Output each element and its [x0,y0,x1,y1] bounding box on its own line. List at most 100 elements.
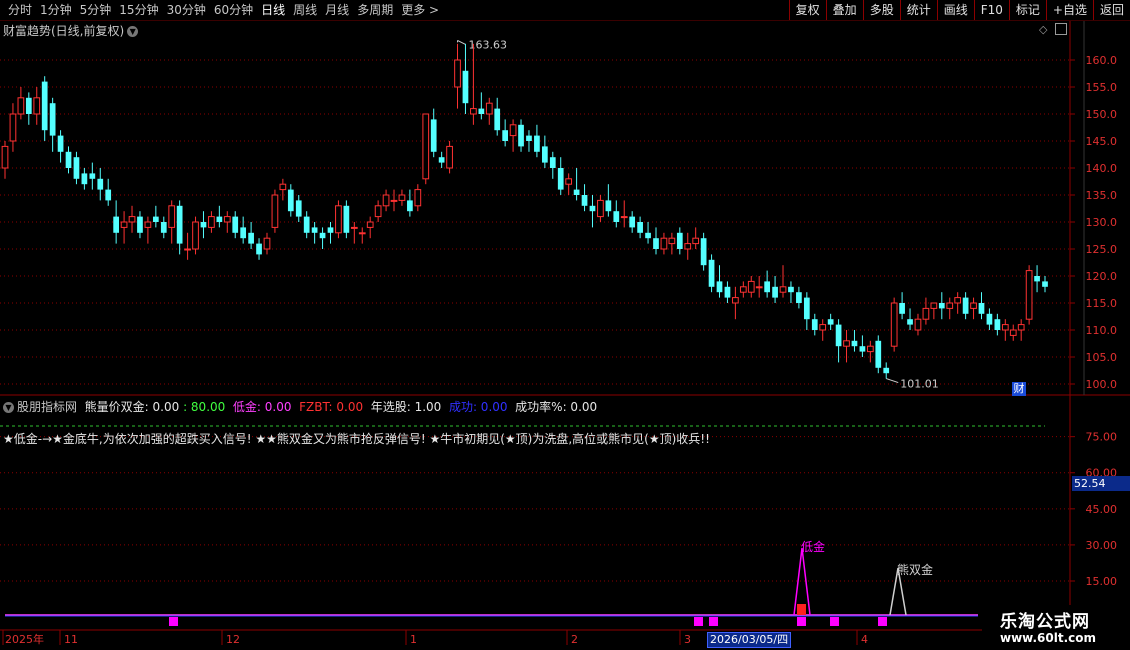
success-rate-value: 成功率%: 0.00 [515,400,598,414]
candle-body-down [113,216,120,233]
date-tick-label: 2025年 [5,632,44,646]
candle-body-down [232,216,239,233]
price-tick-label: 125.0 [1086,243,1118,256]
price-tick-label: 100.0 [1086,378,1118,391]
candle-body-down [883,367,890,374]
yearly-pick-value: 年选股: 1.00 [370,400,442,414]
candle-body-down [97,178,104,190]
candle-body-down [89,173,96,179]
date-tick-label: 2 [571,633,578,646]
diamond-icon[interactable]: ◇ [1039,23,1047,36]
fzbt-value: FZBT: 0.00 [299,400,364,414]
candle-body-down [478,108,485,114]
candle-body-down [256,243,262,255]
candle-body-down [494,108,501,131]
candle-body-down [764,281,770,293]
candle-body-down [541,146,548,163]
candle-body-up [954,297,962,304]
candle-body-down [240,227,247,239]
candle-body-up [620,216,628,219]
candle-body-up [192,221,199,250]
fundamental-badge[interactable]: 财 [1012,382,1026,396]
low-price-label: 101.01 [900,378,939,391]
candle-body-up [128,216,136,223]
chevron-down-icon[interactable]: ▼ [3,402,14,413]
candle-body-up [470,108,477,115]
candlestick-series[interactable] [1,43,1048,379]
price-tick-label: 150.0 [1086,108,1118,121]
candle-body-down [994,319,1001,330]
indicator-plot: 低金熊双金 [0,425,1045,626]
candle-body-down [613,211,620,222]
candle-body-up [366,221,374,228]
candle-body-up [120,221,128,228]
watermark-title: 乐淘公式网 [1000,612,1090,632]
candle-body-down [462,70,469,104]
candle-body-down [41,81,48,131]
candle-body-up [1001,324,1009,331]
candle-body-down [319,232,326,239]
candle-body-down [827,319,834,325]
candle-body-down [811,319,818,330]
candle-body-down [534,135,540,152]
candle-body-up [390,199,398,202]
signal-marker [797,617,806,626]
candle-body-up [335,205,342,234]
indicator-title[interactable]: ▼ 股朋指标网 熊量价双金: 0.00 : 80.00 低金: 0.00 FZBT… [3,398,597,415]
candle-body-down [518,124,524,147]
candle-body-up [660,237,668,250]
price-tick-label: 140.0 [1086,162,1118,175]
candle-body-up [454,59,461,88]
low-marker-arrow [886,378,899,384]
main-chart-title[interactable]: 财富趋势(日线,前复权) ▼ [3,22,139,39]
date-tick-label: 3 [684,633,691,646]
candle-body-down [176,205,183,244]
candle-body-up [819,324,827,331]
candle-body-down [629,216,636,228]
candle-body-up [866,345,874,353]
watermark-url: www.60lt.com [1000,631,1097,645]
candle-body-down [160,222,167,233]
candle-body-up [184,248,191,251]
candle-body-down [986,313,993,325]
signal-marker [830,617,839,626]
candle-body-down [557,168,564,190]
price-tick-label: 120.0 [1086,270,1118,283]
candle-body-down [573,189,580,195]
candle-body-down [716,281,723,293]
candle-body-up [398,194,406,201]
window-toggle-icon[interactable] [1055,23,1067,35]
price-tick-label: 160.0 [1086,54,1118,67]
candle-body-up [382,194,390,207]
price-tick-label: 115.0 [1086,297,1118,310]
candle-body-up [1025,270,1033,320]
candle-body-down [343,205,350,233]
candle-body-down [724,286,731,298]
candle-body-down [152,216,159,222]
candle-body-down [65,151,72,168]
candle-body-up [279,183,287,191]
candle-body-down [200,222,207,228]
candle-body-up [739,286,747,293]
candle-body-down [295,200,302,217]
high-marker-arrow [457,39,466,45]
success-value: 成功: 0.00 [448,400,508,414]
signal-marker [169,617,178,626]
candle-body-up [350,226,358,229]
candle-body-down [73,157,80,179]
candle-body-down [57,135,64,152]
main-title-text: 财富趋势(日线,前复权) [3,24,125,38]
chevron-down-icon[interactable]: ▼ [127,26,139,37]
candle-body-down [637,222,643,233]
candle-body-up [33,97,41,115]
candle-body-down [851,340,858,347]
candle-body-up [747,280,755,293]
price-tick-label: 130.0 [1086,216,1118,229]
candle-body-down [700,238,707,266]
candle-body-up [1017,324,1025,331]
chart-canvas[interactable]: 160.0 155.0 150.0 145.0 140.0 135.0 130.0 125.0… [0,0,1130,650]
low-gold-bar [797,604,806,615]
bear-gold-label: 熊双金 [897,562,933,577]
signal-marker [694,617,703,626]
candle-body-up [946,302,954,309]
